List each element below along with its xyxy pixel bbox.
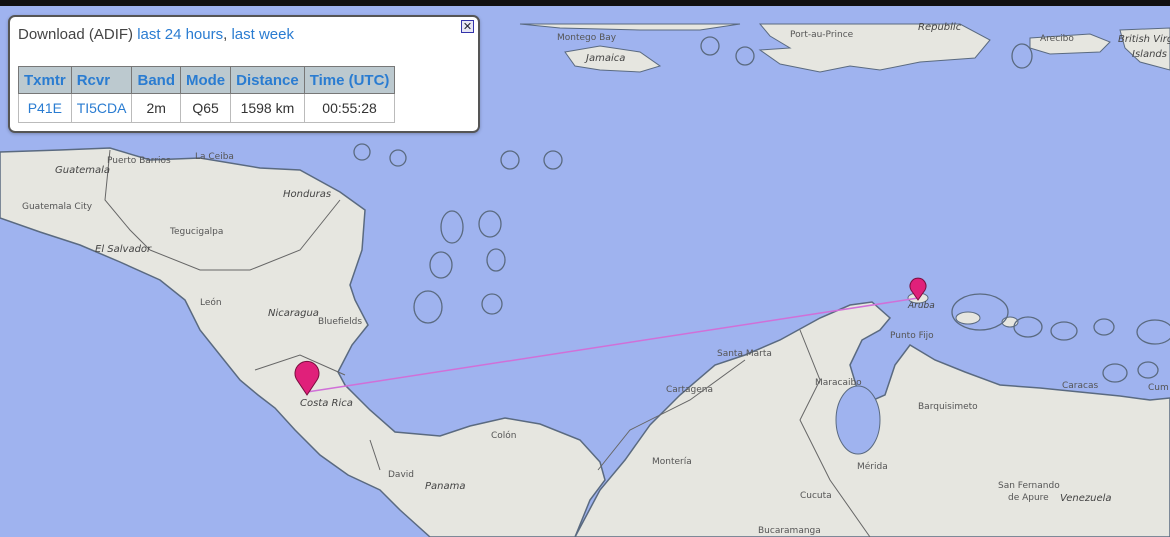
download-line: Download (ADIF) last 24 hours, last week (18, 26, 294, 43)
label-montego-bay: Montego Bay (557, 33, 617, 43)
label-venezuela: Venezuela (1060, 493, 1112, 504)
label-leon: León (200, 297, 222, 308)
table-header-row: Txmtr Rcvr Band Mode Distance Time (UTC) (18, 66, 396, 94)
label-guatemala-city: Guatemala City (22, 202, 93, 212)
label-de-apure: de Apure (1008, 493, 1049, 503)
label-aruba: Aruba (907, 301, 935, 311)
label-bucaramanga: Bucaramanga (758, 526, 821, 536)
label-cucuta: Cucuta (800, 491, 832, 501)
lake-maracaibo (835, 385, 881, 455)
col-txmtr: Txmtr (18, 66, 72, 94)
link-last-week[interactable]: last week (231, 26, 294, 43)
label-nicaragua: Nicaragua (268, 308, 319, 319)
cell-time: 00:55:28 (303, 93, 396, 123)
label-cartagena: Cartagena (666, 385, 713, 395)
cell-mode: Q65 (179, 93, 232, 123)
label-islands: Islands (1132, 49, 1167, 60)
download-label: Download (ADIF) (18, 26, 134, 43)
label-jamaica: Jamaica (584, 53, 625, 64)
label-arecibo: Arecibo (1040, 34, 1074, 44)
label-panama: Panama (425, 481, 466, 492)
close-icon[interactable]: ✕ (461, 20, 474, 33)
label-maracaibo: Maracaibo (815, 378, 862, 388)
label-bluefields: Bluefields (318, 317, 362, 327)
label-monteria: Montería (652, 457, 692, 467)
label-tegucigalpa: Tegucigalpa (169, 227, 223, 237)
label-el-salvador: El Salvador (95, 244, 152, 255)
label-puerto-barrios: Puerto Barrios (107, 156, 171, 166)
label-colon: Colón (491, 430, 517, 441)
link-last-24-hours[interactable]: last 24 hours (137, 26, 223, 43)
label-punto-fijo: Punto Fijo (890, 331, 934, 341)
label-san-fernando: San Fernando (998, 481, 1060, 491)
island-curacao (955, 311, 981, 325)
table-row: P41E TI5CDA 2m Q65 1598 km 00:55:28 (18, 93, 396, 123)
label-british-virgin: British Virg (1118, 34, 1170, 45)
col-distance: Distance (230, 66, 305, 94)
label-barquisimeto: Barquisimeto (918, 402, 978, 412)
col-mode: Mode (179, 66, 232, 94)
label-merida: Mérida (857, 461, 888, 472)
label-la-ceiba: La Ceiba (195, 152, 234, 162)
label-costa-rica: Costa Rica (300, 398, 353, 409)
label-republic: Republic (918, 22, 962, 33)
link-separator: , (223, 26, 228, 43)
label-port-au-prince: Port-au-Prince (790, 30, 854, 40)
cell-rcvr[interactable]: TI5CDA (70, 93, 133, 123)
col-band: Band (131, 66, 181, 94)
spots-table: Txmtr Rcvr Band Mode Distance Time (UTC)… (18, 66, 396, 123)
label-guatemala: Guatemala (55, 165, 110, 176)
label-david: David (388, 470, 414, 480)
label-honduras: Honduras (283, 189, 331, 200)
col-time: Time (UTC) (303, 66, 396, 94)
label-caracas: Caracas (1062, 381, 1098, 391)
label-cum: Cum (1148, 383, 1169, 393)
spot-popup: ✕ Download (ADIF) last 24 hours, last we… (8, 15, 480, 133)
col-rcvr: Rcvr (70, 66, 133, 94)
cell-txmtr[interactable]: P41E (18, 93, 72, 123)
label-santa-marta: Santa Marta (717, 349, 772, 359)
cell-distance: 1598 km (230, 93, 305, 123)
cell-band: 2m (131, 93, 181, 123)
